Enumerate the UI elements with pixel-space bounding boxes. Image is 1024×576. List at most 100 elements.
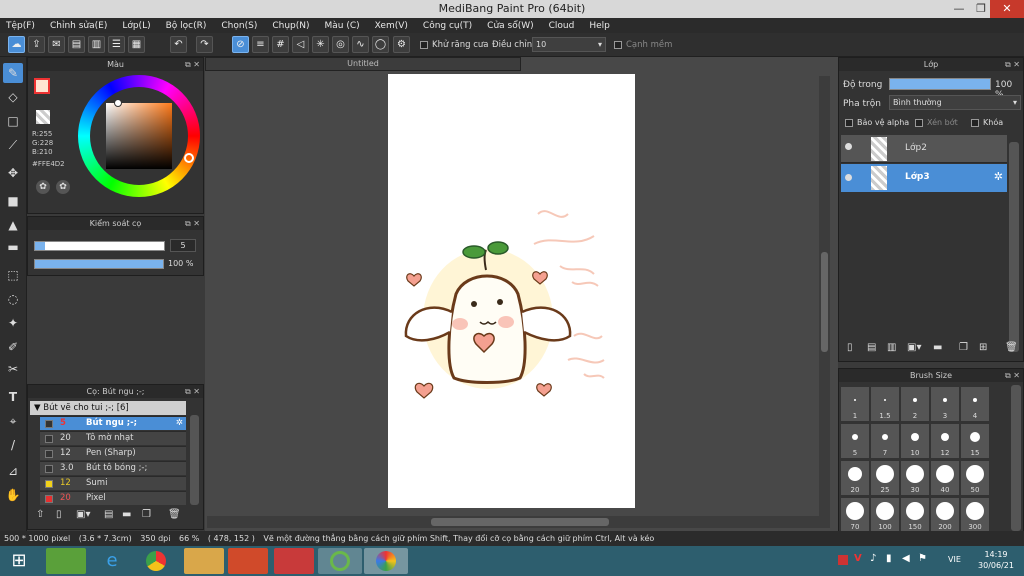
tray-icon[interactable]: [838, 555, 848, 565]
brush-size-preset[interactable]: 300: [961, 498, 989, 532]
grid-icon[interactable]: ▦: [128, 36, 145, 53]
brush-size-preset[interactable]: 150: [901, 498, 929, 532]
chat-icon[interactable]: ▤: [68, 36, 85, 53]
menu-tools[interactable]: Công cụ(T): [423, 21, 472, 31]
transparent-color-swatch[interactable]: [36, 110, 50, 124]
trash-icon[interactable]: 🗑: [1005, 342, 1018, 353]
medibang-icon[interactable]: [364, 548, 408, 574]
lasso-icon[interactable]: ◌: [3, 289, 23, 309]
brush-tool-icon[interactable]: ✎: [3, 63, 23, 83]
file-explorer-icon[interactable]: [184, 548, 224, 574]
snap-radial-icon[interactable]: ✳: [312, 36, 329, 53]
brush-group-header[interactable]: ▼ Bút vẽ cho tui ;-; [6]: [30, 401, 186, 415]
brush-size-preset[interactable]: 50: [961, 461, 989, 495]
new-brush-icon[interactable]: ▯: [56, 509, 62, 520]
eye-icon[interactable]: [845, 143, 852, 150]
panel-close-icon[interactable]: ⧉ ✕: [1005, 369, 1020, 382]
divide-tool-icon[interactable]: /: [3, 435, 23, 455]
snap-curve-icon[interactable]: ∿: [352, 36, 369, 53]
menu-view[interactable]: Xem(V): [375, 21, 408, 31]
select-eraser-icon[interactable]: ✂: [3, 359, 23, 379]
menu-file[interactable]: Tệp(F): [6, 21, 35, 31]
brush-row[interactable]: 20 Pixel: [40, 491, 186, 505]
close-icon[interactable]: ✕: [990, 0, 1024, 18]
app-icon[interactable]: [318, 548, 362, 574]
protect-alpha-checkbox[interactable]: [845, 119, 853, 127]
brush-row[interactable]: 12 Sumi: [40, 476, 186, 490]
menu-help[interactable]: Help: [589, 21, 610, 31]
hue-cursor[interactable]: [184, 153, 194, 163]
brush-file-icon[interactable]: ▤: [104, 509, 113, 520]
undo-icon[interactable]: ↶: [170, 36, 187, 53]
menu-color[interactable]: Màu (C): [325, 21, 360, 31]
internet-explorer-icon[interactable]: e: [92, 548, 132, 574]
brush-row[interactable]: 12 Pen (Sharp): [40, 446, 186, 460]
sv-cursor[interactable]: [114, 99, 122, 107]
gear-icon[interactable]: ✲: [994, 170, 1003, 183]
merge-icon[interactable]: ⊞: [979, 342, 987, 353]
list-icon[interactable]: ☰: [108, 36, 125, 53]
chrome-icon[interactable]: [136, 548, 176, 574]
dot-tool-icon[interactable]: □: [3, 111, 23, 131]
brush-size-preset[interactable]: 4: [961, 387, 989, 421]
brush-size-preset[interactable]: 25: [871, 461, 899, 495]
comment-icon[interactable]: ✉: [48, 36, 65, 53]
antialias-checkbox[interactable]: [420, 41, 428, 49]
layer-menu-icon[interactable]: ▣▾: [907, 342, 921, 353]
app-icon[interactable]: [274, 548, 314, 574]
eraser-tool-icon[interactable]: ◇: [3, 87, 23, 107]
speaker-icon[interactable]: ♪: [870, 553, 876, 564]
brush-size-preset[interactable]: 3: [931, 387, 959, 421]
brush-size-scrollbar[interactable]: [1011, 385, 1021, 531]
move-tool-icon[interactable]: ✥: [3, 163, 23, 183]
eyedropper-icon[interactable]: ⊿: [3, 461, 23, 481]
layer-list-scrollbar[interactable]: [1009, 142, 1019, 352]
panel-close-icon[interactable]: ⧉ ✕: [185, 217, 200, 230]
snap-off-icon[interactable]: ⊘: [232, 36, 249, 53]
correction-select[interactable]: 10 ▾: [532, 37, 606, 52]
horizontal-scroll-thumb[interactable]: [431, 518, 609, 526]
start-icon[interactable]: ⊞: [2, 548, 36, 574]
network-icon[interactable]: ▮: [886, 553, 892, 564]
bucket-tool-icon[interactable]: ▲: [3, 215, 23, 235]
layer-row[interactable]: Lớp3 ✲: [841, 164, 1007, 192]
snap-parallel-icon[interactable]: ≡: [252, 36, 269, 53]
brush-opacity-slider[interactable]: [34, 259, 164, 269]
brush-size-value[interactable]: 5: [170, 239, 196, 252]
settings-icon[interactable]: ⚙: [393, 36, 410, 53]
unikey-icon[interactable]: V: [854, 553, 862, 564]
brush-size-preset[interactable]: 70: [841, 498, 869, 532]
brush-row[interactable]: 20 Tô mờ nhạt: [40, 431, 186, 445]
document-icon[interactable]: ▥: [88, 36, 105, 53]
menu-select[interactable]: Chọn(S): [221, 21, 257, 31]
menu-edit[interactable]: Chỉnh sửa(E): [50, 21, 107, 31]
brush-size-preset[interactable]: 200: [931, 498, 959, 532]
clock[interactable]: 14:19 30/06/21: [976, 549, 1016, 571]
folder-icon[interactable]: ▬: [933, 342, 942, 353]
brush-size-preset[interactable]: 15: [961, 424, 989, 458]
menu-cloud[interactable]: Cloud: [549, 21, 575, 31]
eye-icon[interactable]: [845, 174, 852, 181]
text-tool-icon[interactable]: T: [3, 387, 23, 407]
snap-circle-icon[interactable]: ◎: [332, 36, 349, 53]
duplicate-icon[interactable]: ❐: [959, 342, 968, 353]
snap-ellipse-icon[interactable]: ◯: [372, 36, 389, 53]
layer-row[interactable]: Lớp2: [841, 135, 1007, 163]
soft-edge-checkbox[interactable]: [614, 41, 622, 49]
operation-tool-icon[interactable]: ⌖: [3, 411, 23, 431]
panel-close-icon[interactable]: ⧉ ✕: [185, 385, 200, 398]
brush-menu-icon[interactable]: ▣▾: [76, 509, 90, 520]
panel-close-icon[interactable]: ⧉ ✕: [1005, 58, 1020, 71]
cloud-icon[interactable]: ☁: [8, 36, 25, 53]
saturation-value-square[interactable]: [106, 103, 172, 169]
volume-icon[interactable]: ◀: [902, 553, 910, 564]
folder-icon[interactable]: ▬: [122, 509, 131, 520]
snap-perspective-icon[interactable]: ◁: [292, 36, 309, 53]
menu-layer[interactable]: Lớp(L): [122, 21, 150, 31]
brush-size-preset[interactable]: 40: [931, 461, 959, 495]
hand-tool-icon[interactable]: ✋: [3, 485, 23, 505]
new-8bit-layer-icon[interactable]: ▥: [887, 342, 896, 353]
brush-size-preset[interactable]: 1.5: [871, 387, 899, 421]
select-pen-icon[interactable]: ✐: [3, 337, 23, 357]
document-tab[interactable]: Untitled: [205, 57, 521, 71]
